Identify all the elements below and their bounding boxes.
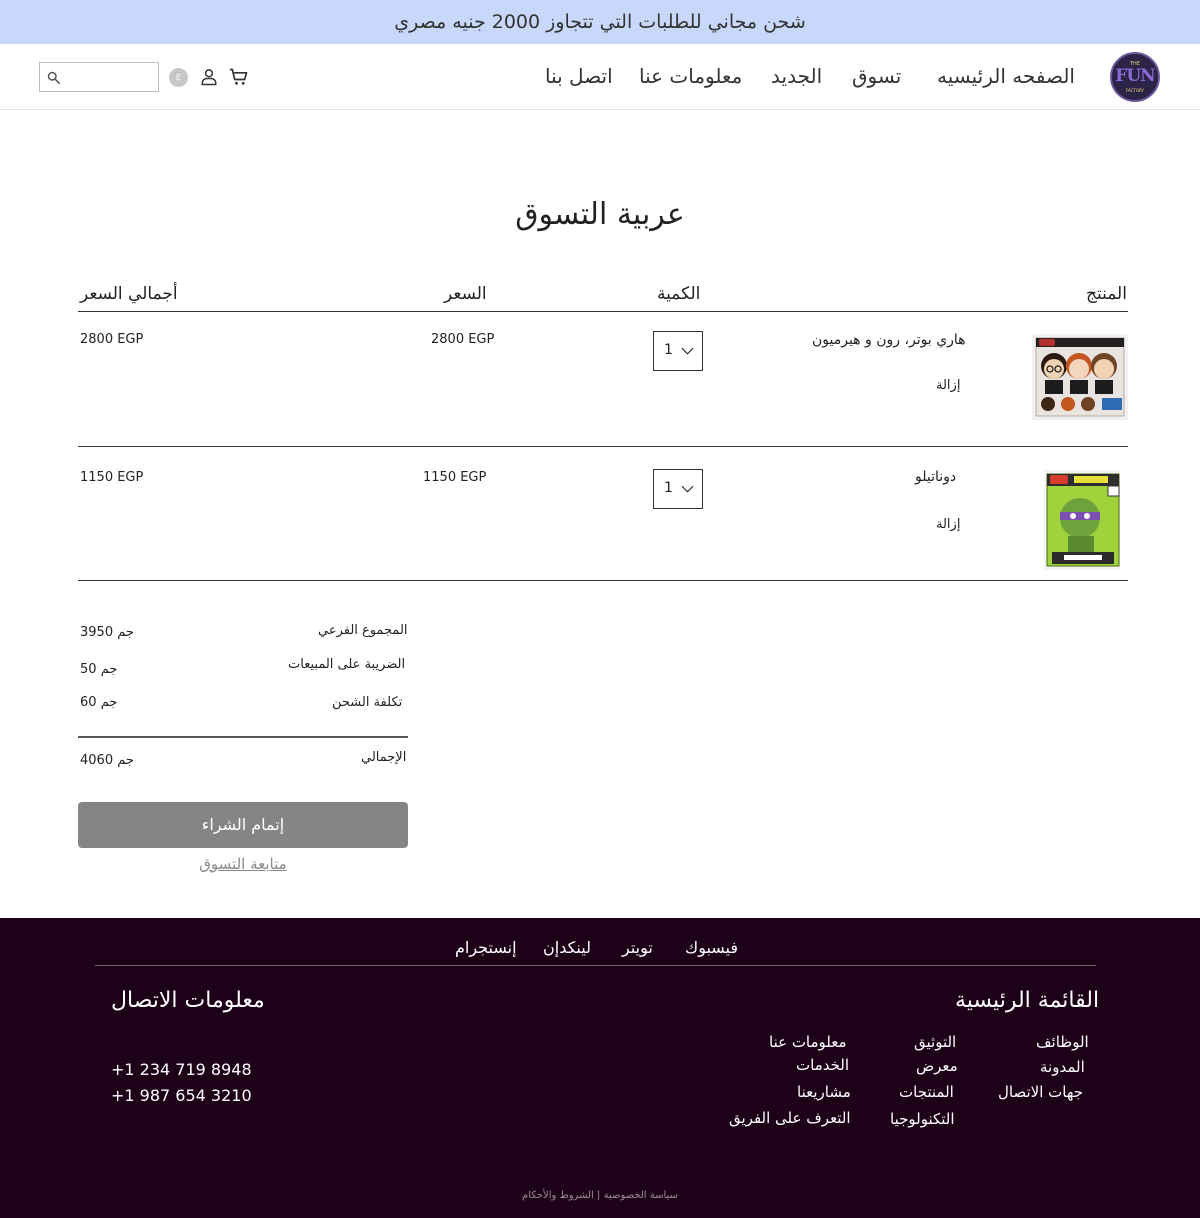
column-header-price: السعر [444, 284, 487, 304]
footer-link-twitter[interactable]: تويتر [622, 938, 653, 957]
footer-link-facebook[interactable]: فيسبوك [685, 938, 738, 957]
site-footer: فيسبوك تويتر لينكدإن إنستجرام القائمة ال… [0, 918, 1200, 1218]
footer-menu-technology[interactable]: التكنولوجيا [890, 1110, 955, 1128]
footer-link-linkedin[interactable]: لينكدإن [543, 938, 591, 957]
search-box[interactable] [39, 62, 159, 92]
nav-about[interactable]: معلومات عنا [639, 64, 742, 88]
footer-menu-contacts[interactable]: جهات الاتصال [998, 1083, 1083, 1101]
footer-menu-projects[interactable]: مشاريعنا [797, 1083, 851, 1101]
footer-menu-team[interactable]: التعرف على الفريق [729, 1109, 851, 1127]
remove-item-button[interactable]: إزالة [936, 517, 960, 532]
total-label: الإجمالي [361, 750, 407, 765]
footer-menu-services[interactable]: الخدمات [796, 1056, 849, 1074]
user-icon[interactable] [200, 68, 218, 86]
legal-links: سياسة الخصوصية | الشروط والأحكام [0, 1190, 1200, 1201]
subtotal-label: المجموع الفرعي [318, 623, 408, 638]
column-header-product: المنتج [1086, 284, 1127, 304]
table-header-divider [78, 311, 1128, 312]
phone-number: +1 987 654 3210 [111, 1086, 252, 1105]
row-divider [78, 446, 1128, 447]
footer-menu-gallery[interactable]: معرض [916, 1057, 958, 1075]
legal-separator: | [597, 1190, 601, 1201]
quantity-value: 1 [664, 480, 673, 496]
main-menu-heading: القائمة الرئيسية [955, 988, 1100, 1013]
shipping-value: 60 جم [80, 695, 118, 710]
nav-contact[interactable]: اتصل بنا [545, 64, 613, 88]
column-header-total: أجمالي السعر [80, 284, 178, 304]
footer-menu-documentation[interactable]: التوثيق [914, 1033, 956, 1051]
product-name[interactable]: هاري بوتر، رون و هيرميون [812, 332, 966, 348]
summary-divider [78, 736, 408, 738]
footer-menu-products[interactable]: المنتجات [899, 1083, 954, 1101]
quantity-select[interactable]: 1 [653, 331, 703, 371]
footer-divider [95, 965, 1096, 966]
terms-link[interactable]: الشروط والأحكام [522, 1190, 594, 1201]
nav-shop[interactable]: تسوق [852, 64, 901, 88]
tax-value: 50 جم [80, 662, 118, 677]
shipping-label: تكلفة الشحن [332, 695, 403, 710]
language-badge[interactable]: E [169, 68, 188, 87]
product-image-harry-potter[interactable] [1032, 334, 1128, 420]
footer-menu-jobs[interactable]: الوظائف [1036, 1033, 1089, 1051]
search-icon[interactable] [46, 70, 61, 85]
contact-info-heading: معلومات الاتصال [111, 988, 265, 1013]
remove-item-button[interactable]: إزالة [936, 378, 960, 393]
footer-menu-blog[interactable]: المدونة [1040, 1058, 1085, 1076]
page-title: عربية التسوق [515, 197, 685, 232]
promo-banner: شحن مجاني للطلبات التي تتجاوز 2000 جنيه … [0, 0, 1200, 44]
quantity-select[interactable]: 1 [653, 469, 703, 509]
phone-number: +1 234 719 8948 [111, 1060, 252, 1079]
product-image-donatello[interactable] [1044, 470, 1120, 570]
site-header: THE FUN FACTORY الصفحه الرئيسيه تسوق الج… [0, 44, 1200, 110]
total-value: 4060 جم [80, 753, 134, 768]
logo-text-main: FUN [1115, 66, 1155, 86]
checkout-button[interactable]: إتمام الشراء [78, 802, 408, 848]
nav-new[interactable]: الجديد [771, 64, 822, 88]
footer-menu-about[interactable]: معلومات عنا [769, 1033, 847, 1051]
footer-link-instagram[interactable]: إنستجرام [455, 938, 517, 957]
logo[interactable]: THE FUN FACTORY [1110, 52, 1160, 102]
nav-home[interactable]: الصفحه الرئيسيه [937, 64, 1075, 88]
column-header-quantity: الكمية [657, 284, 701, 304]
chevron-down-icon [681, 347, 694, 355]
tax-label: الضريبة على المبيعات [288, 657, 406, 672]
continue-shopping-link[interactable]: متابعة التسوق [78, 855, 408, 873]
privacy-policy-link[interactable]: سياسة الخصوصية [604, 1190, 678, 1201]
cart-icon[interactable] [229, 67, 249, 87]
subtotal-value: 3950 جم [80, 625, 134, 640]
item-total: 2800 EGP [80, 332, 144, 347]
search-input[interactable] [64, 66, 154, 88]
product-name[interactable]: دوناتيلو [915, 469, 956, 485]
quantity-value: 1 [664, 342, 673, 358]
logo-text-bottom: FACTORY [1126, 88, 1144, 93]
item-price: 2800 EGP [431, 332, 495, 347]
promo-banner-text: شحن مجاني للطلبات التي تتجاوز 2000 جنيه … [394, 11, 806, 33]
item-price: 1150 EGP [423, 470, 487, 485]
chevron-down-icon [681, 485, 694, 493]
item-total: 1150 EGP [80, 470, 144, 485]
row-divider [78, 580, 1128, 581]
